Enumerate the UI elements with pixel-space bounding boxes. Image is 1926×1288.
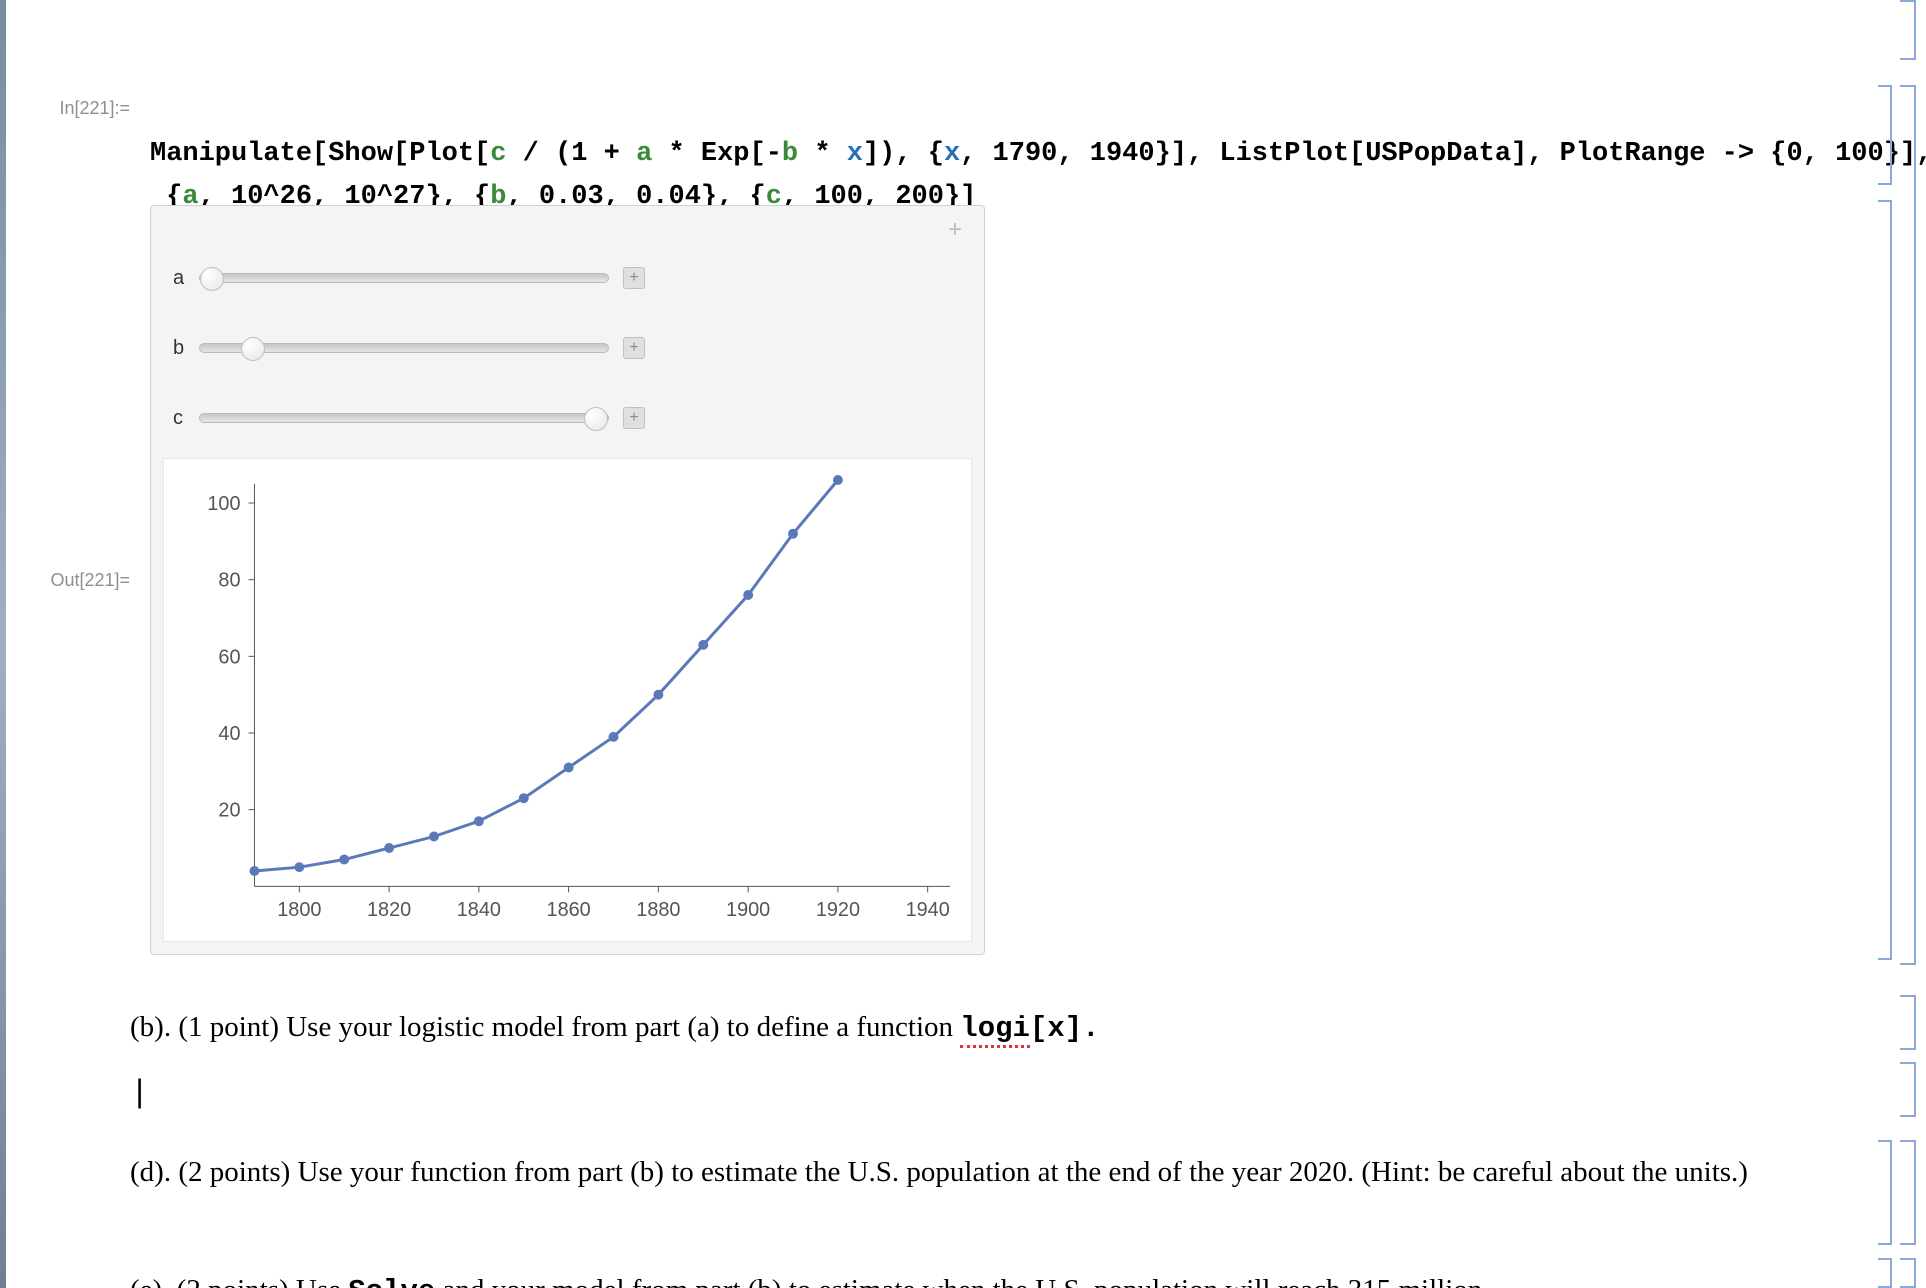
plot-panel: 20 40 60 80 100 1800 1820 1840 1860 1880 1900 1920… <box>163 458 972 942</box>
text-e-suffix: and your model from part (b) to estimate… <box>435 1274 1489 1288</box>
slider-label-a: a <box>173 267 199 290</box>
slider-c[interactable] <box>199 413 609 423</box>
svg-text:60: 60 <box>218 646 240 668</box>
manipulate-options-icon[interactable]: + <box>944 220 966 242</box>
code-logi: logi <box>960 1012 1030 1048</box>
in-label: In[221]:= <box>0 98 130 119</box>
empty-input-cell[interactable]: | <box>130 1075 149 1112</box>
manipulate-panel: + a + b + c + <box>150 205 985 955</box>
plot-svg: 20 40 60 80 100 1800 1820 1840 1860 1880 1900 1920… <box>164 459 971 941</box>
input-code-cell[interactable]: Manipulate[Show[Plot[c / (1 + a * Exp[-b… <box>150 90 1926 220</box>
svg-text:1880: 1880 <box>636 899 680 921</box>
axes <box>254 484 950 886</box>
slider-row-b: b + <box>173 328 645 368</box>
text-b-prefix: (b). (1 point) Use your logistic model f… <box>130 1011 960 1043</box>
svg-text:1840: 1840 <box>457 899 501 921</box>
svg-text:40: 40 <box>218 723 240 745</box>
slider-a[interactable] <box>199 273 609 283</box>
slider-label-b: b <box>173 337 199 360</box>
slider-label-c: c <box>173 407 199 430</box>
svg-text:100: 100 <box>207 493 240 515</box>
slider-row-a: a + <box>173 258 645 298</box>
text-cell-e[interactable]: (e). (2 points) Use Solve and your model… <box>130 1268 1846 1288</box>
svg-text:1800: 1800 <box>277 899 321 921</box>
svg-text:20: 20 <box>218 800 240 822</box>
text-cell-b[interactable]: (b). (1 point) Use your logistic model f… <box>130 1005 1846 1052</box>
slider-b[interactable] <box>199 343 609 353</box>
text-e-prefix: (e). (2 points) Use <box>130 1274 348 1288</box>
x-axis-ticks: 1800 1820 1840 1860 1880 1900 1920 1940 <box>277 886 950 921</box>
svg-text:1920: 1920 <box>816 899 860 921</box>
window-edge-decor <box>0 0 6 1288</box>
svg-text:1940: 1940 <box>906 899 950 921</box>
svg-text:1860: 1860 <box>547 899 591 921</box>
svg-text:1900: 1900 <box>726 899 770 921</box>
notebook-page: In[221]:= Out[221]= Manipulate[Show[Plot… <box>0 0 1926 1288</box>
out-label: Out[221]= <box>0 570 130 591</box>
model-curve <box>254 480 837 871</box>
slider-expand-a-icon[interactable]: + <box>623 267 645 289</box>
svg-text:1820: 1820 <box>367 899 411 921</box>
slider-thumb-c[interactable] <box>584 407 608 431</box>
slider-thumb-a[interactable] <box>200 267 224 291</box>
y-axis-ticks: 20 40 60 80 100 <box>207 493 254 822</box>
code-solve: Solve <box>348 1275 435 1288</box>
cell-brackets[interactable] <box>1856 0 1916 1288</box>
slider-expand-c-icon[interactable]: + <box>623 407 645 429</box>
data-points <box>249 475 842 876</box>
slider-row-c: c + <box>173 398 645 438</box>
svg-text:80: 80 <box>218 570 240 592</box>
slider-expand-b-icon[interactable]: + <box>623 337 645 359</box>
text-cell-d[interactable]: (d). (2 points) Use your function from p… <box>130 1150 1846 1195</box>
text-b-suffix: [x]. <box>1030 1012 1100 1045</box>
slider-thumb-b[interactable] <box>241 337 265 361</box>
